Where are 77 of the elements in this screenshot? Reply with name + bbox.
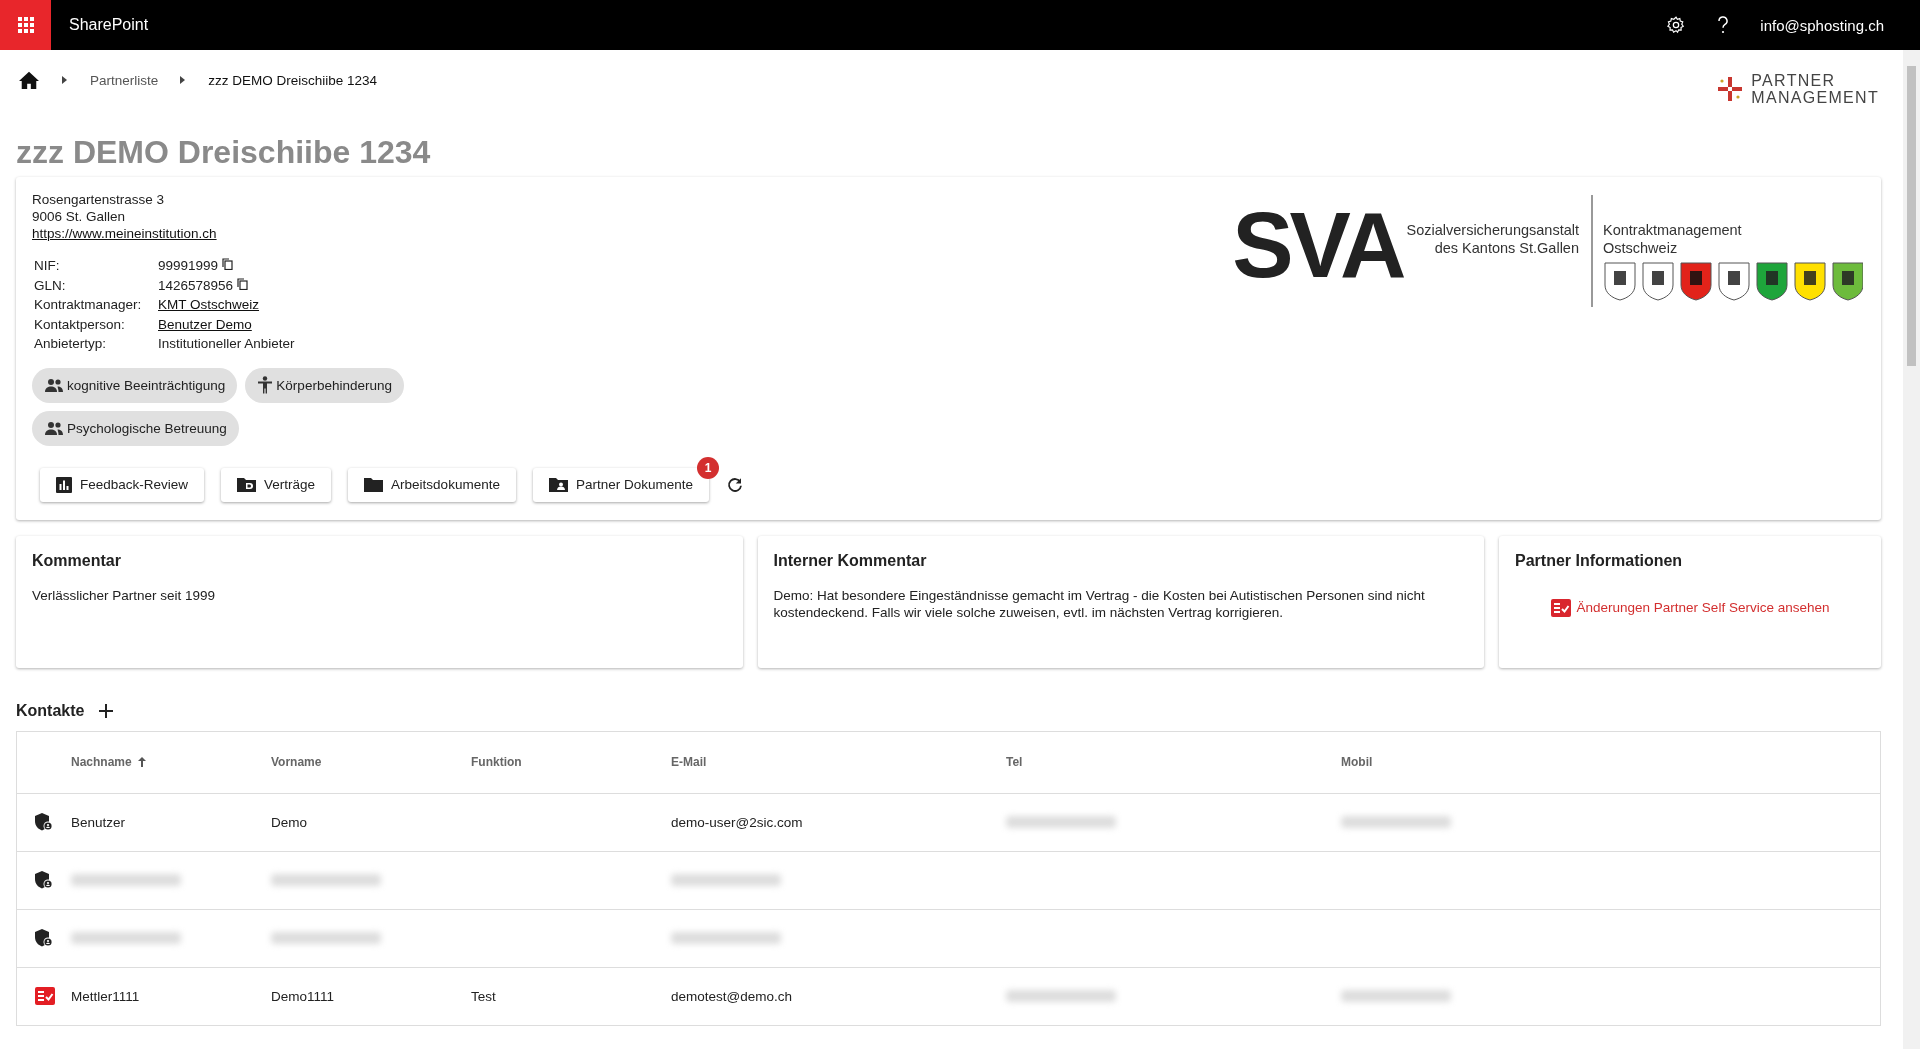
home-icon[interactable] (18, 70, 40, 90)
app-name[interactable]: SharePoint (69, 16, 149, 34)
table-cell: demotest@demo.ch (671, 988, 792, 1004)
add-icon[interactable] (98, 702, 115, 719)
action-button[interactable]: Verträge (221, 467, 332, 502)
settings-icon[interactable] (1666, 15, 1687, 35)
breadcrumb-link[interactable]: Partnerliste (90, 72, 159, 88)
chevron-icon (62, 76, 68, 84)
checklist-icon (1550, 598, 1571, 617)
comment-text: Verlässlicher Partner seit 1999 (32, 586, 217, 604)
table-cell: Mettler1111 (71, 988, 140, 1004)
category-chip: Körperbehinderung (245, 367, 404, 403)
copy-icon[interactable] (236, 277, 248, 290)
page-title: zzz DEMO Dreischiibe 1234 (16, 134, 432, 171)
column-header[interactable]: Funktion (471, 755, 671, 769)
category-chip: Psychologische Betreuung (32, 410, 239, 446)
street-address: Rosengartenstrasse 3 (32, 191, 166, 208)
person-folder-icon (548, 477, 568, 492)
category-chip: kognitive Beeinträchtigung (32, 367, 238, 403)
detail-link[interactable]: Benutzer Demo (158, 316, 252, 332)
city-address: 9006 St. Gallen (32, 208, 127, 225)
shield-user-icon[interactable] (35, 813, 53, 831)
checklist-icon[interactable] (35, 987, 55, 1005)
cross-logo-icon (1717, 76, 1744, 102)
card-title: Interner Kommentar (773, 551, 928, 570)
column-header[interactable]: E-Mail (671, 755, 1006, 769)
card-title: Partner Informationen (1515, 551, 1684, 570)
action-button[interactable]: Feedback-Review (40, 467, 205, 502)
notification-badge: 1 (696, 456, 719, 479)
unit-name: Ostschweiz (1603, 239, 1679, 257)
detail-value: 1426578956 (158, 277, 234, 293)
detail-label: Anbietertyp: (33, 335, 108, 353)
section-title: Kontakte (16, 701, 85, 720)
copy-icon[interactable] (221, 258, 233, 270)
brand-name: MANAGEMENT (1751, 89, 1879, 106)
action-button[interactable]: Arbeitsdokumente (348, 467, 516, 502)
logo-letters: SVA (1232, 195, 1403, 295)
shield-user-icon[interactable] (35, 929, 53, 947)
chevron-icon (180, 76, 187, 84)
app-launcher-button[interactable] (0, 0, 51, 50)
scrollbar[interactable] (1903, 50, 1920, 1049)
column-header[interactable]: Mobil (1341, 755, 1541, 769)
table-cell: Demo (271, 814, 307, 830)
person-icon (257, 376, 274, 394)
people-icon (44, 421, 64, 435)
help-icon[interactable] (1716, 15, 1731, 35)
detail-value: Institutioneller Anbieter (158, 336, 295, 351)
card-title: Kommentar (32, 551, 122, 570)
table-cell: demo-user@2sic.com (671, 814, 803, 830)
refresh-icon[interactable] (725, 475, 744, 494)
user-account[interactable]: info@sphosting.ch (1760, 16, 1884, 34)
column-header[interactable]: Nachname (71, 755, 271, 769)
self-service-link[interactable]: Änderungen Partner Self Service ansehen (1550, 598, 1830, 617)
table-cell: Benutzer (71, 814, 126, 830)
bar-chart-icon (56, 476, 72, 493)
table-cell: Demo1111 (271, 988, 335, 1004)
shield-user-icon[interactable] (35, 871, 53, 889)
breadcrumb-link[interactable]: zzz DEMO Dreischiibe 1234 (208, 72, 378, 88)
detail-label: Kontraktmanager: (33, 296, 143, 314)
website-link[interactable]: https://www.meineinstitution.ch (32, 225, 452, 242)
detail-label: Kontaktperson: (33, 315, 126, 334)
folder-icon (364, 477, 384, 492)
institution-name: des Kantons St.Gallen (1434, 239, 1579, 257)
brand-name: PARTNER (1751, 72, 1837, 89)
detail-value: 99991999 (158, 258, 219, 273)
table-cell: Test (471, 988, 496, 1004)
column-header[interactable]: Tel (1006, 755, 1341, 769)
institution-name: Sozialversicherungsanstalt (1406, 221, 1579, 239)
column-header[interactable]: Vorname (271, 755, 471, 769)
document-folder-icon (237, 477, 257, 492)
unit-name: Kontraktmanagement (1603, 221, 1743, 239)
waffle-icon (17, 17, 34, 33)
people-icon (44, 378, 64, 392)
comment-text: Demo: Hat besondere Eingeständnisse gemacht im Vertrag - die Kosten bei Autistischen Personen sind nicht kostendeckend. Falls wir viele solche zuweisen, evtl. im nächsten Vertrag korrigieren. (773, 586, 1426, 621)
detail-label: NIF: (33, 257, 61, 275)
detail-label: GLN: (33, 276, 67, 295)
detail-link[interactable]: KMT Ostschweiz (158, 297, 260, 312)
